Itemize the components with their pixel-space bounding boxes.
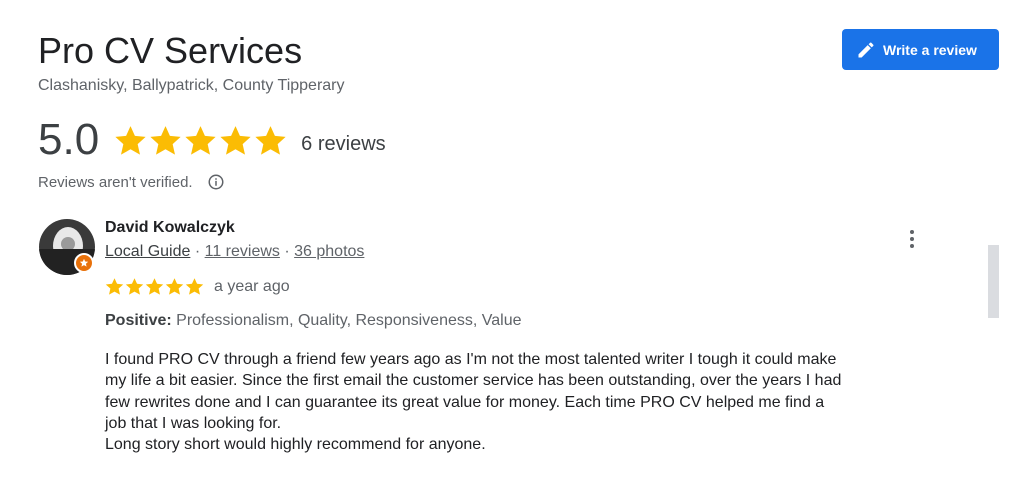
review-stars: [105, 277, 205, 296]
local-guide-link[interactable]: Local Guide: [105, 243, 190, 260]
scrollbar-thumb[interactable]: [988, 245, 999, 318]
meta-separator: ·: [190, 243, 205, 260]
review-text-line: job that I was looking for.: [105, 414, 282, 432]
review-time: a year ago: [214, 278, 290, 295]
star-icon: [185, 125, 216, 155]
positive-values: Professionalism, Quality, Responsiveness…: [176, 312, 522, 329]
reviewer-meta: Local Guide · 11 reviews · 36 photos: [105, 243, 364, 261]
pencil-icon: [856, 40, 876, 60]
review-text-line: my life a bit easier. Since the first em…: [105, 372, 842, 390]
review-text: I found PRO CV through a friend few year…: [105, 349, 985, 455]
star-icon: [105, 278, 124, 295]
meta-separator: ·: [279, 243, 295, 260]
star-icon: [255, 125, 286, 155]
positive-label: Positive:: [105, 312, 172, 329]
review-text-line: I found PRO CV through a friend few year…: [105, 351, 837, 368]
average-rating: 5.0: [38, 115, 100, 164]
info-icon[interactable]: [207, 173, 225, 191]
star-icon: [125, 278, 144, 295]
business-title: Pro CV Services: [38, 30, 303, 71]
average-stars: [114, 124, 289, 157]
write-review-button[interactable]: Write a review: [842, 29, 999, 70]
star-icon: [185, 278, 204, 295]
star-icon: [220, 125, 251, 155]
review-text-line: few rewrites done and I can guarantee it…: [105, 393, 825, 411]
verification-text: Reviews aren't verified.: [38, 173, 193, 191]
star-icon: [145, 278, 164, 295]
star-icon: [165, 278, 184, 295]
reviewer-photos-link[interactable]: 36 photos: [294, 243, 364, 260]
star-icon: [150, 125, 181, 155]
local-guide-badge-icon: [74, 253, 94, 273]
star-icon: [115, 125, 146, 155]
review-count[interactable]: 6 reviews: [301, 133, 385, 156]
verification-note: Reviews aren't verified.: [38, 173, 225, 191]
positive-attributes: Positive: Professionalism, Quality, Resp…: [105, 312, 521, 330]
more-options-icon[interactable]: [904, 230, 920, 250]
write-review-label: Write a review: [883, 41, 977, 58]
reviewer-review-count-link[interactable]: 11 reviews: [205, 243, 280, 260]
reviewer-name[interactable]: David Kowalczyk: [105, 219, 235, 237]
business-address: Clashanisky, Ballypatrick, County Tipper…: [38, 77, 345, 94]
rating-summary: 5.0 6 reviews: [38, 118, 386, 162]
review-text-line: Long story short would highly recommend …: [105, 436, 486, 454]
